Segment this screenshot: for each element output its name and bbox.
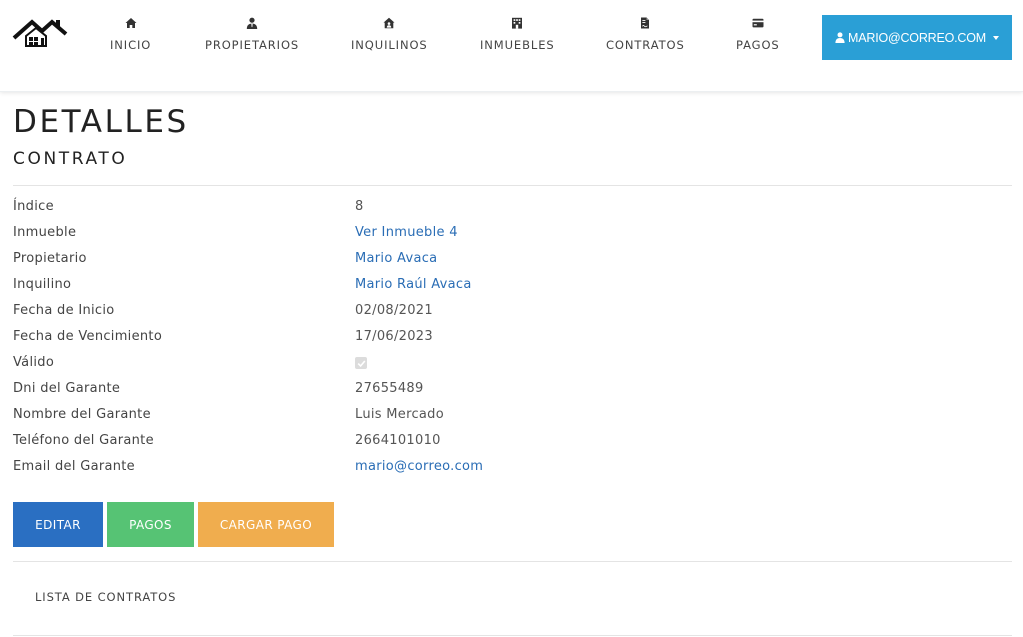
detail-label: Índice <box>13 199 54 214</box>
add-payment-button[interactable]: CARGAR PAGO <box>198 502 334 547</box>
user-email-label: MARIO@CORREO.COM <box>848 30 986 45</box>
user-menu-button[interactable]: MARIO@CORREO.COM <box>822 15 1012 60</box>
page-subtitle: CONTRATO <box>13 149 128 169</box>
detail-label: Fecha de Inicio <box>13 303 115 318</box>
nav-propietarios-label: PROPIETARIOS <box>205 38 300 52</box>
divider <box>13 635 1012 636</box>
house-logo-icon[interactable] <box>12 16 68 48</box>
nav-contratos[interactable]: CONTRATOS <box>606 17 685 52</box>
caret-down-icon <box>992 35 999 40</box>
propietario-link[interactable]: Mario Avaca <box>355 251 437 266</box>
page-title: DETALLES <box>13 104 189 140</box>
nav-inquilinos[interactable]: INQUILINOS <box>351 17 428 52</box>
nav-pagos[interactable]: PAGOS <box>736 17 780 52</box>
nav-inmuebles[interactable]: INMUEBLES <box>480 17 555 52</box>
nav-inquilinos-label: INQUILINOS <box>351 38 428 52</box>
nav-inmuebles-label: INMUEBLES <box>480 38 555 52</box>
user-tie-icon <box>246 17 258 29</box>
detail-label: Fecha de Vencimiento <box>13 329 163 344</box>
detail-value: 2664101010 <box>355 433 441 448</box>
contract-details: Índice 8 Inmueble Ver Inmueble 4 Propiet… <box>13 199 1012 485</box>
valido-checkbox <box>355 357 367 369</box>
detail-value: 27655489 <box>355 381 424 396</box>
detail-label: Teléfono del Garante <box>13 433 154 448</box>
detail-value: 17/06/2023 <box>355 329 433 344</box>
top-navbar: INICIO PROPIETARIOS INQUILINOS INMUEBLES <box>0 0 1023 92</box>
detail-row-inmueble: Inmueble Ver Inmueble 4 <box>13 225 1012 251</box>
detail-row-nombre-garante: Nombre del Garante Luis Mercado <box>13 407 1012 433</box>
building-icon <box>512 17 523 29</box>
payments-button[interactable]: PAGOS <box>107 502 194 547</box>
detail-row-fecha-inicio: Fecha de Inicio 02/08/2021 <box>13 303 1012 329</box>
file-contract-icon <box>641 17 650 29</box>
divider <box>13 185 1012 186</box>
nav-pagos-label: PAGOS <box>736 38 780 52</box>
detail-row-email-garante: Email del Garante mario@correo.com <box>13 459 1012 485</box>
nav-contratos-label: CONTRATOS <box>606 38 685 52</box>
detail-row-telefono-garante: Teléfono del Garante 2664101010 <box>13 433 1012 459</box>
detail-label: Dni del Garante <box>13 381 121 396</box>
detail-row-valido: Válido <box>13 355 1012 381</box>
detail-row-indice: Índice 8 <box>13 199 1012 225</box>
home-icon <box>125 18 137 28</box>
check-icon <box>357 359 365 367</box>
inquilino-link[interactable]: Mario Raúl Avaca <box>355 277 472 292</box>
contracts-list-link[interactable]: LISTA DE CONTRATOS <box>35 590 176 604</box>
detail-label: Válido <box>13 355 55 370</box>
inmueble-link[interactable]: Ver Inmueble 4 <box>355 225 458 240</box>
detail-value: 02/08/2021 <box>355 303 433 318</box>
nav-propietarios[interactable]: PROPIETARIOS <box>205 17 299 52</box>
detail-row-fecha-vencimiento: Fecha de Vencimiento 17/06/2023 <box>13 329 1012 355</box>
credit-card-icon <box>752 18 764 28</box>
house-user-icon <box>383 17 395 29</box>
detail-label: Inmueble <box>13 225 77 240</box>
detail-value: Luis Mercado <box>355 407 444 422</box>
nav-inicio[interactable]: INICIO <box>110 17 151 52</box>
detail-row-dni-garante: Dni del Garante 27655489 <box>13 381 1012 407</box>
edit-button[interactable]: EDITAR <box>13 502 103 547</box>
divider <box>13 561 1012 562</box>
detail-row-propietario: Propietario Mario Avaca <box>13 251 1012 277</box>
email-garante-link[interactable]: mario@correo.com <box>355 459 483 474</box>
detail-label: Propietario <box>13 251 87 266</box>
detail-label: Inquilino <box>13 277 72 292</box>
detail-label: Nombre del Garante <box>13 407 151 422</box>
nav-inicio-label: INICIO <box>110 38 152 52</box>
user-icon <box>835 32 845 43</box>
detail-value: 8 <box>355 199 364 214</box>
detail-row-inquilino: Inquilino Mario Raúl Avaca <box>13 277 1012 303</box>
detail-label: Email del Garante <box>13 459 135 474</box>
